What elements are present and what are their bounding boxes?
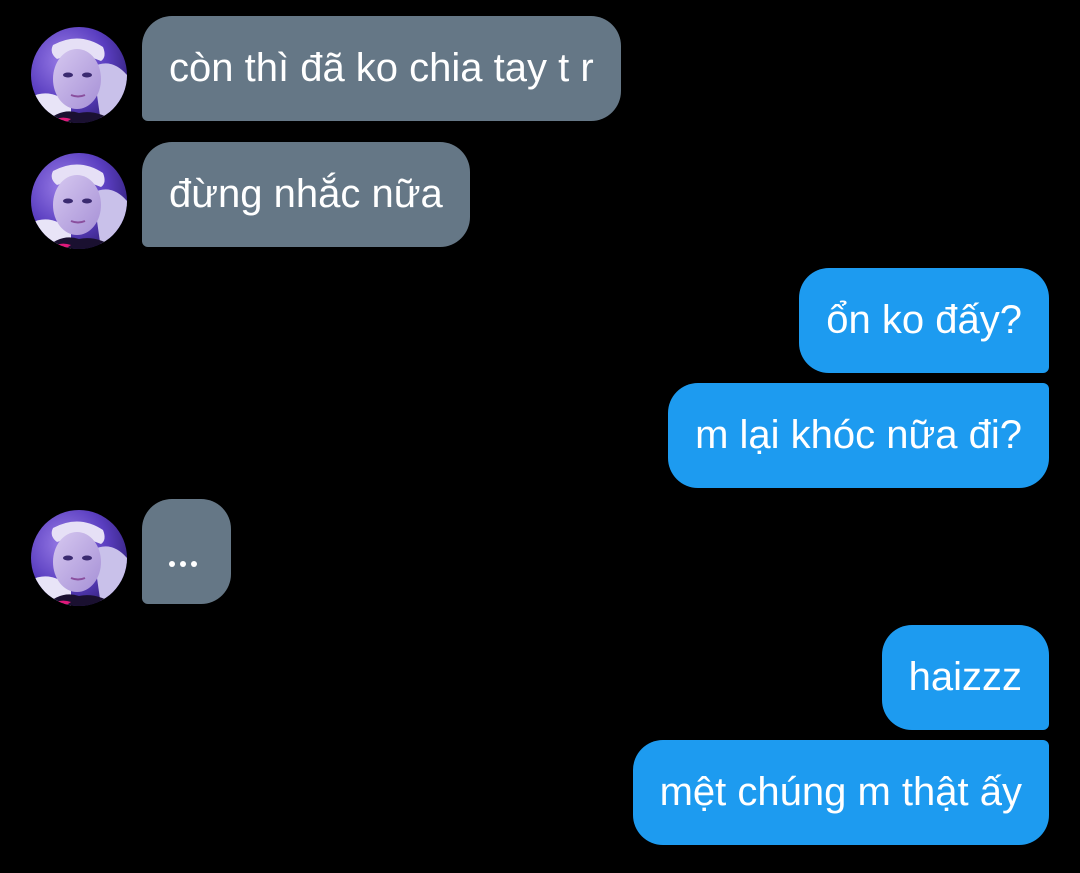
message-text: ổn ko đấy? [826, 298, 1022, 342]
message-bubble-incoming[interactable]: đừng nhắc nữa [142, 142, 470, 247]
message-bubble-incoming[interactable]: còn thì đã ko chia tay t r [142, 16, 621, 121]
avatar-photo-icon [31, 510, 127, 606]
avatar-photo-icon [31, 153, 127, 249]
avatar-photo-icon [31, 27, 127, 123]
message-bubble-outgoing[interactable]: haizzz [881, 625, 1049, 730]
message-text: mệt chúng m thật ấy [659, 770, 1022, 814]
message-bubble-outgoing[interactable]: ổn ko đấy? [799, 268, 1049, 373]
message-text: m lại khóc nữa đi? [695, 413, 1022, 457]
message-bubble-outgoing[interactable]: mệt chúng m thật ấy [632, 740, 1049, 845]
ellipsis-icon [169, 561, 197, 567]
message-text: đừng nhắc nữa [169, 172, 443, 216]
message-text: ... [142, 499, 143, 500]
message-text: haizzz [908, 655, 1022, 699]
contact-avatar[interactable] [31, 27, 127, 123]
contact-avatar[interactable] [31, 510, 127, 606]
message-bubble-outgoing[interactable]: m lại khóc nữa đi? [668, 383, 1049, 488]
contact-avatar[interactable] [31, 153, 127, 249]
message-bubble-incoming[interactable]: ... [142, 499, 231, 604]
message-text: còn thì đã ko chia tay t r [169, 46, 594, 90]
